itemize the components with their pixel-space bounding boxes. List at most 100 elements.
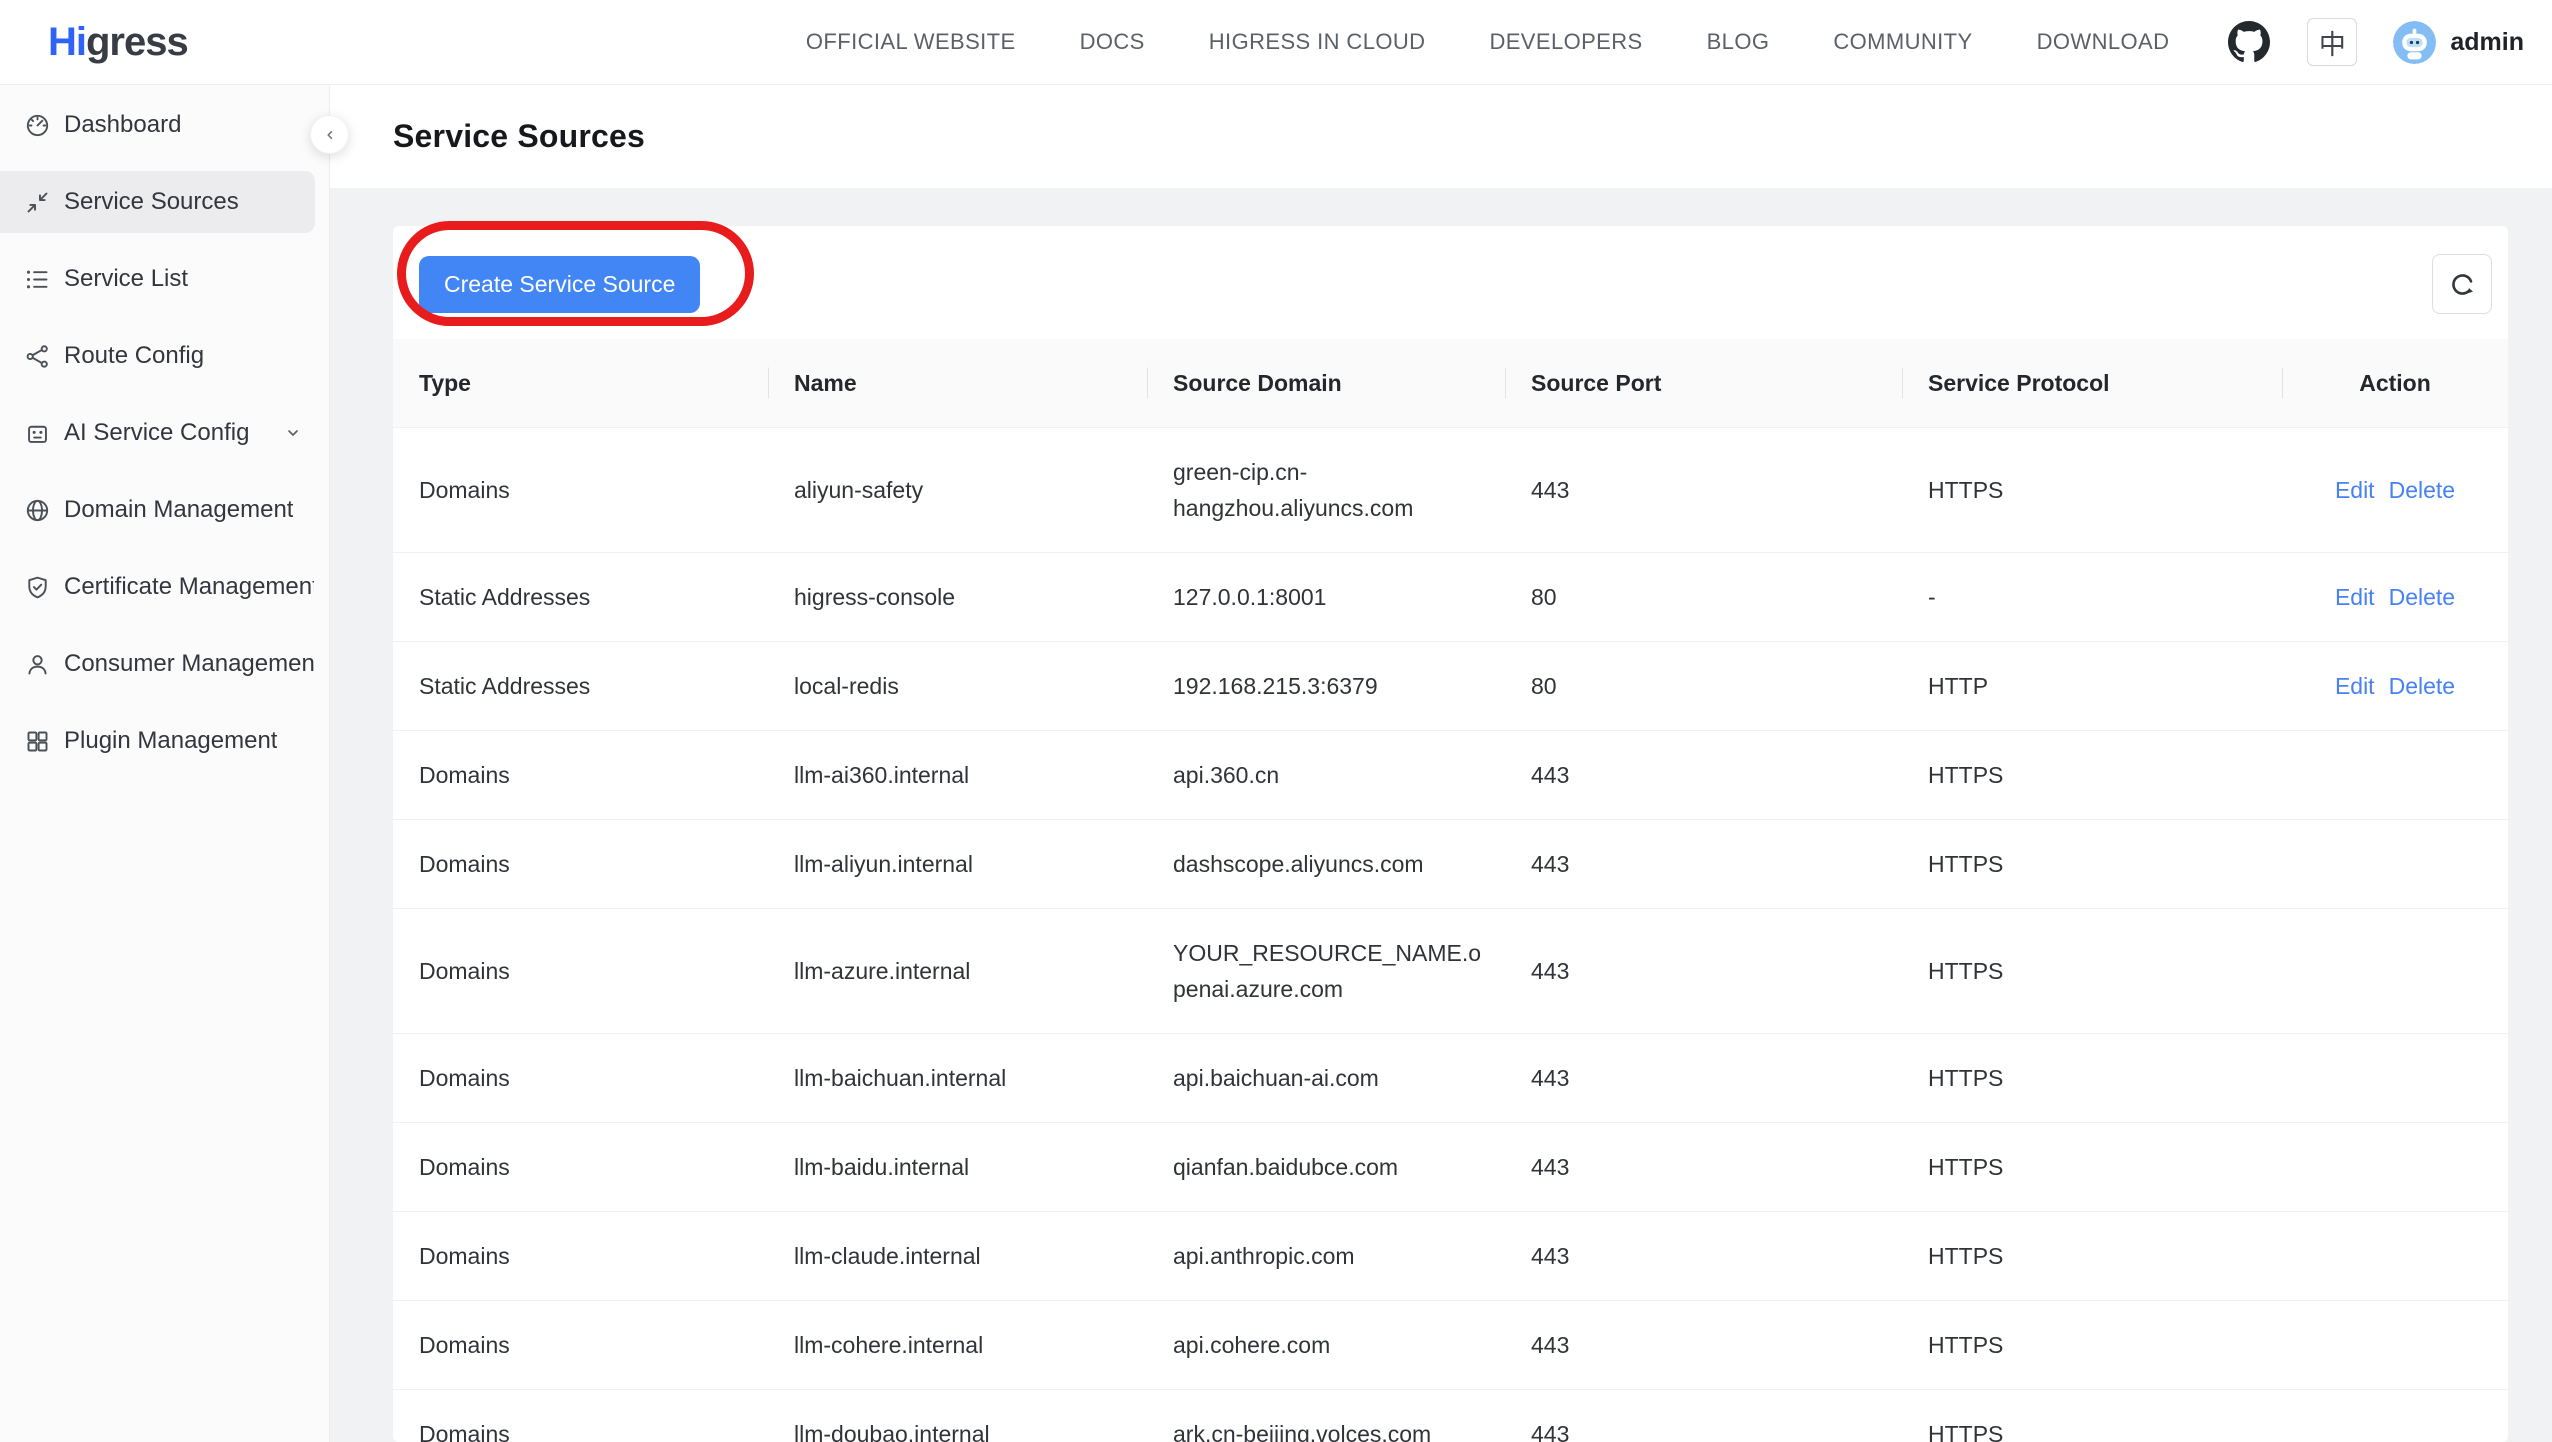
- cell-name: local-redis: [768, 642, 1147, 730]
- cell-action: [2282, 1052, 2508, 1104]
- cell-source-domain: ark.cn-beijing.volces.com: [1147, 1390, 1505, 1442]
- cell-source-port: 443: [1505, 1034, 1902, 1122]
- cell-name: llm-azure.internal: [768, 927, 1147, 1015]
- cell-type: Domains: [393, 820, 768, 908]
- nav-download[interactable]: DOWNLOAD: [2037, 29, 2170, 55]
- cell-type: Domains: [393, 446, 768, 534]
- nav-blog[interactable]: BLOG: [1707, 29, 1770, 55]
- sidebar-item-label: AI Service Config: [64, 419, 249, 447]
- cell-name: llm-ai360.internal: [768, 731, 1147, 819]
- cell-service-protocol: -: [1902, 553, 2282, 641]
- cell-source-domain: 192.168.215.3:6379: [1147, 642, 1505, 730]
- cell-name: llm-cohere.internal: [768, 1301, 1147, 1389]
- cell-source-port: 443: [1505, 820, 1902, 908]
- chevron-down-icon: [281, 421, 305, 445]
- cell-source-domain: api.cohere.com: [1147, 1301, 1505, 1389]
- dashboard-icon: [24, 112, 51, 139]
- cell-source-domain: api.baichuan-ai.com: [1147, 1034, 1505, 1122]
- cell-service-protocol: HTTPS: [1902, 1301, 2282, 1389]
- service-list-icon: [24, 266, 51, 293]
- top-actions: 中 admin: [2227, 18, 2524, 66]
- cell-source-domain: api.anthropic.com: [1147, 1212, 1505, 1300]
- cell-service-protocol: HTTPS: [1902, 1034, 2282, 1122]
- page-body: Create Service Source TypeNameSource Dom…: [330, 188, 2552, 1442]
- service-sources-icon: [24, 189, 51, 216]
- cell-action: [2282, 1230, 2508, 1282]
- table-header: TypeNameSource DomainSource PortService …: [393, 339, 2508, 428]
- cell-source-port: 443: [1505, 731, 1902, 819]
- main-layout: Dashboard Service Sources Service List Rout…: [0, 85, 2552, 1442]
- nav-official-website[interactable]: OFFICIAL WEBSITE: [806, 29, 1016, 55]
- cell-name: llm-aliyun.internal: [768, 820, 1147, 908]
- column-header-type: Type: [393, 370, 768, 397]
- refresh-button[interactable]: [2432, 254, 2492, 314]
- ai-service-config-icon: [24, 420, 51, 447]
- table-row: Domainsllm-ai360.internalapi.360.cn443HT…: [393, 731, 2508, 820]
- cell-name: llm-doubao.internal: [768, 1390, 1147, 1442]
- sidebar-item-route-config[interactable]: Route Config: [0, 325, 315, 387]
- github-icon[interactable]: [2227, 20, 2271, 64]
- certificate-management-icon: [24, 574, 51, 601]
- sidebar-item-plugin-management[interactable]: Plugin Management: [0, 710, 315, 772]
- language-toggle-button[interactable]: 中: [2307, 18, 2357, 66]
- sidebar-item-label: Plugin Management: [64, 727, 277, 755]
- route-config-icon: [24, 343, 51, 370]
- cell-source-port: 80: [1505, 642, 1902, 730]
- cell-source-domain: YOUR_RESOURCE_NAME.openai.azure.com: [1147, 909, 1505, 1033]
- table-row: Domainsllm-claude.internalapi.anthropic.…: [393, 1212, 2508, 1301]
- cell-type: Domains: [393, 1123, 768, 1211]
- sidebar: Dashboard Service Sources Service List Rout…: [0, 85, 330, 1442]
- nav-developers[interactable]: DEVELOPERS: [1489, 29, 1642, 55]
- avatar: [2393, 21, 2436, 64]
- cell-source-port: 443: [1505, 1212, 1902, 1300]
- cell-service-protocol: HTTPS: [1902, 1212, 2282, 1300]
- sidebar-item-consumer-management[interactable]: Consumer Management: [0, 633, 315, 695]
- nav-docs[interactable]: DOCS: [1080, 29, 1145, 55]
- sidebar-item-domain-management[interactable]: Domain Management: [0, 479, 315, 541]
- cell-service-protocol: HTTPS: [1902, 731, 2282, 819]
- delete-link[interactable]: Delete: [2389, 584, 2455, 610]
- user-menu[interactable]: admin: [2393, 21, 2524, 64]
- cell-action: [2282, 1141, 2508, 1193]
- page-title: Service Sources: [393, 118, 645, 155]
- logo-text-hi: Hi: [48, 20, 86, 64]
- sidebar-collapse-button[interactable]: [310, 115, 349, 154]
- sidebar-item-service-sources[interactable]: Service Sources: [0, 171, 315, 233]
- sidebar-item-dashboard[interactable]: Dashboard: [0, 94, 315, 156]
- cell-action: Edit Delete: [2282, 642, 2508, 730]
- top-navbar: Higress OFFICIAL WEBSITE DOCS HIGRESS IN C…: [0, 0, 2552, 85]
- nav-community[interactable]: COMMUNITY: [1833, 29, 1972, 55]
- chevron-left-icon: [319, 124, 341, 146]
- cell-action: [2282, 749, 2508, 801]
- edit-link[interactable]: Edit: [2335, 477, 2375, 503]
- cell-name: higress-console: [768, 553, 1147, 641]
- cell-source-port: 80: [1505, 553, 1902, 641]
- table-row: Domainsaliyun-safetygreen-cip.cn-hangzho…: [393, 428, 2508, 553]
- cell-source-domain: qianfan.baidubce.com: [1147, 1123, 1505, 1211]
- cell-action: [2282, 1319, 2508, 1371]
- table-row: Static Addresseshigress-console127.0.0.1…: [393, 553, 2508, 642]
- cell-type: Domains: [393, 731, 768, 819]
- column-header-source-port: Source Port: [1505, 370, 1902, 397]
- sidebar-item-service-list[interactable]: Service List: [0, 248, 315, 310]
- sidebar-item-label: Service Sources: [64, 188, 239, 216]
- domain-management-icon: [24, 497, 51, 524]
- cell-action: Edit Delete: [2282, 446, 2508, 534]
- create-service-source-button[interactable]: Create Service Source: [419, 256, 700, 313]
- table-row: Domainsllm-aliyun.internaldashscope.aliy…: [393, 820, 2508, 909]
- nav-higress-in-cloud[interactable]: HIGRESS IN CLOUD: [1209, 29, 1426, 55]
- edit-link[interactable]: Edit: [2335, 673, 2375, 699]
- cell-service-protocol: HTTPS: [1902, 1123, 2282, 1211]
- higress-logo[interactable]: Higress: [48, 20, 188, 65]
- cell-source-port: 443: [1505, 1301, 1902, 1389]
- cell-service-protocol: HTTPS: [1902, 927, 2282, 1015]
- table-row: Domainsllm-azure.internalYOUR_RESOURCE_N…: [393, 909, 2508, 1034]
- delete-link[interactable]: Delete: [2389, 477, 2455, 503]
- table-body: Domainsaliyun-safetygreen-cip.cn-hangzho…: [393, 428, 2508, 1442]
- edit-link[interactable]: Edit: [2335, 584, 2375, 610]
- cell-service-protocol: HTTPS: [1902, 446, 2282, 534]
- sidebar-item-ai-service-config[interactable]: AI Service Config: [0, 402, 315, 464]
- service-sources-card: Create Service Source TypeNameSource Dom…: [393, 226, 2508, 1442]
- sidebar-item-certificate-management[interactable]: Certificate Management: [0, 556, 315, 618]
- delete-link[interactable]: Delete: [2389, 673, 2455, 699]
